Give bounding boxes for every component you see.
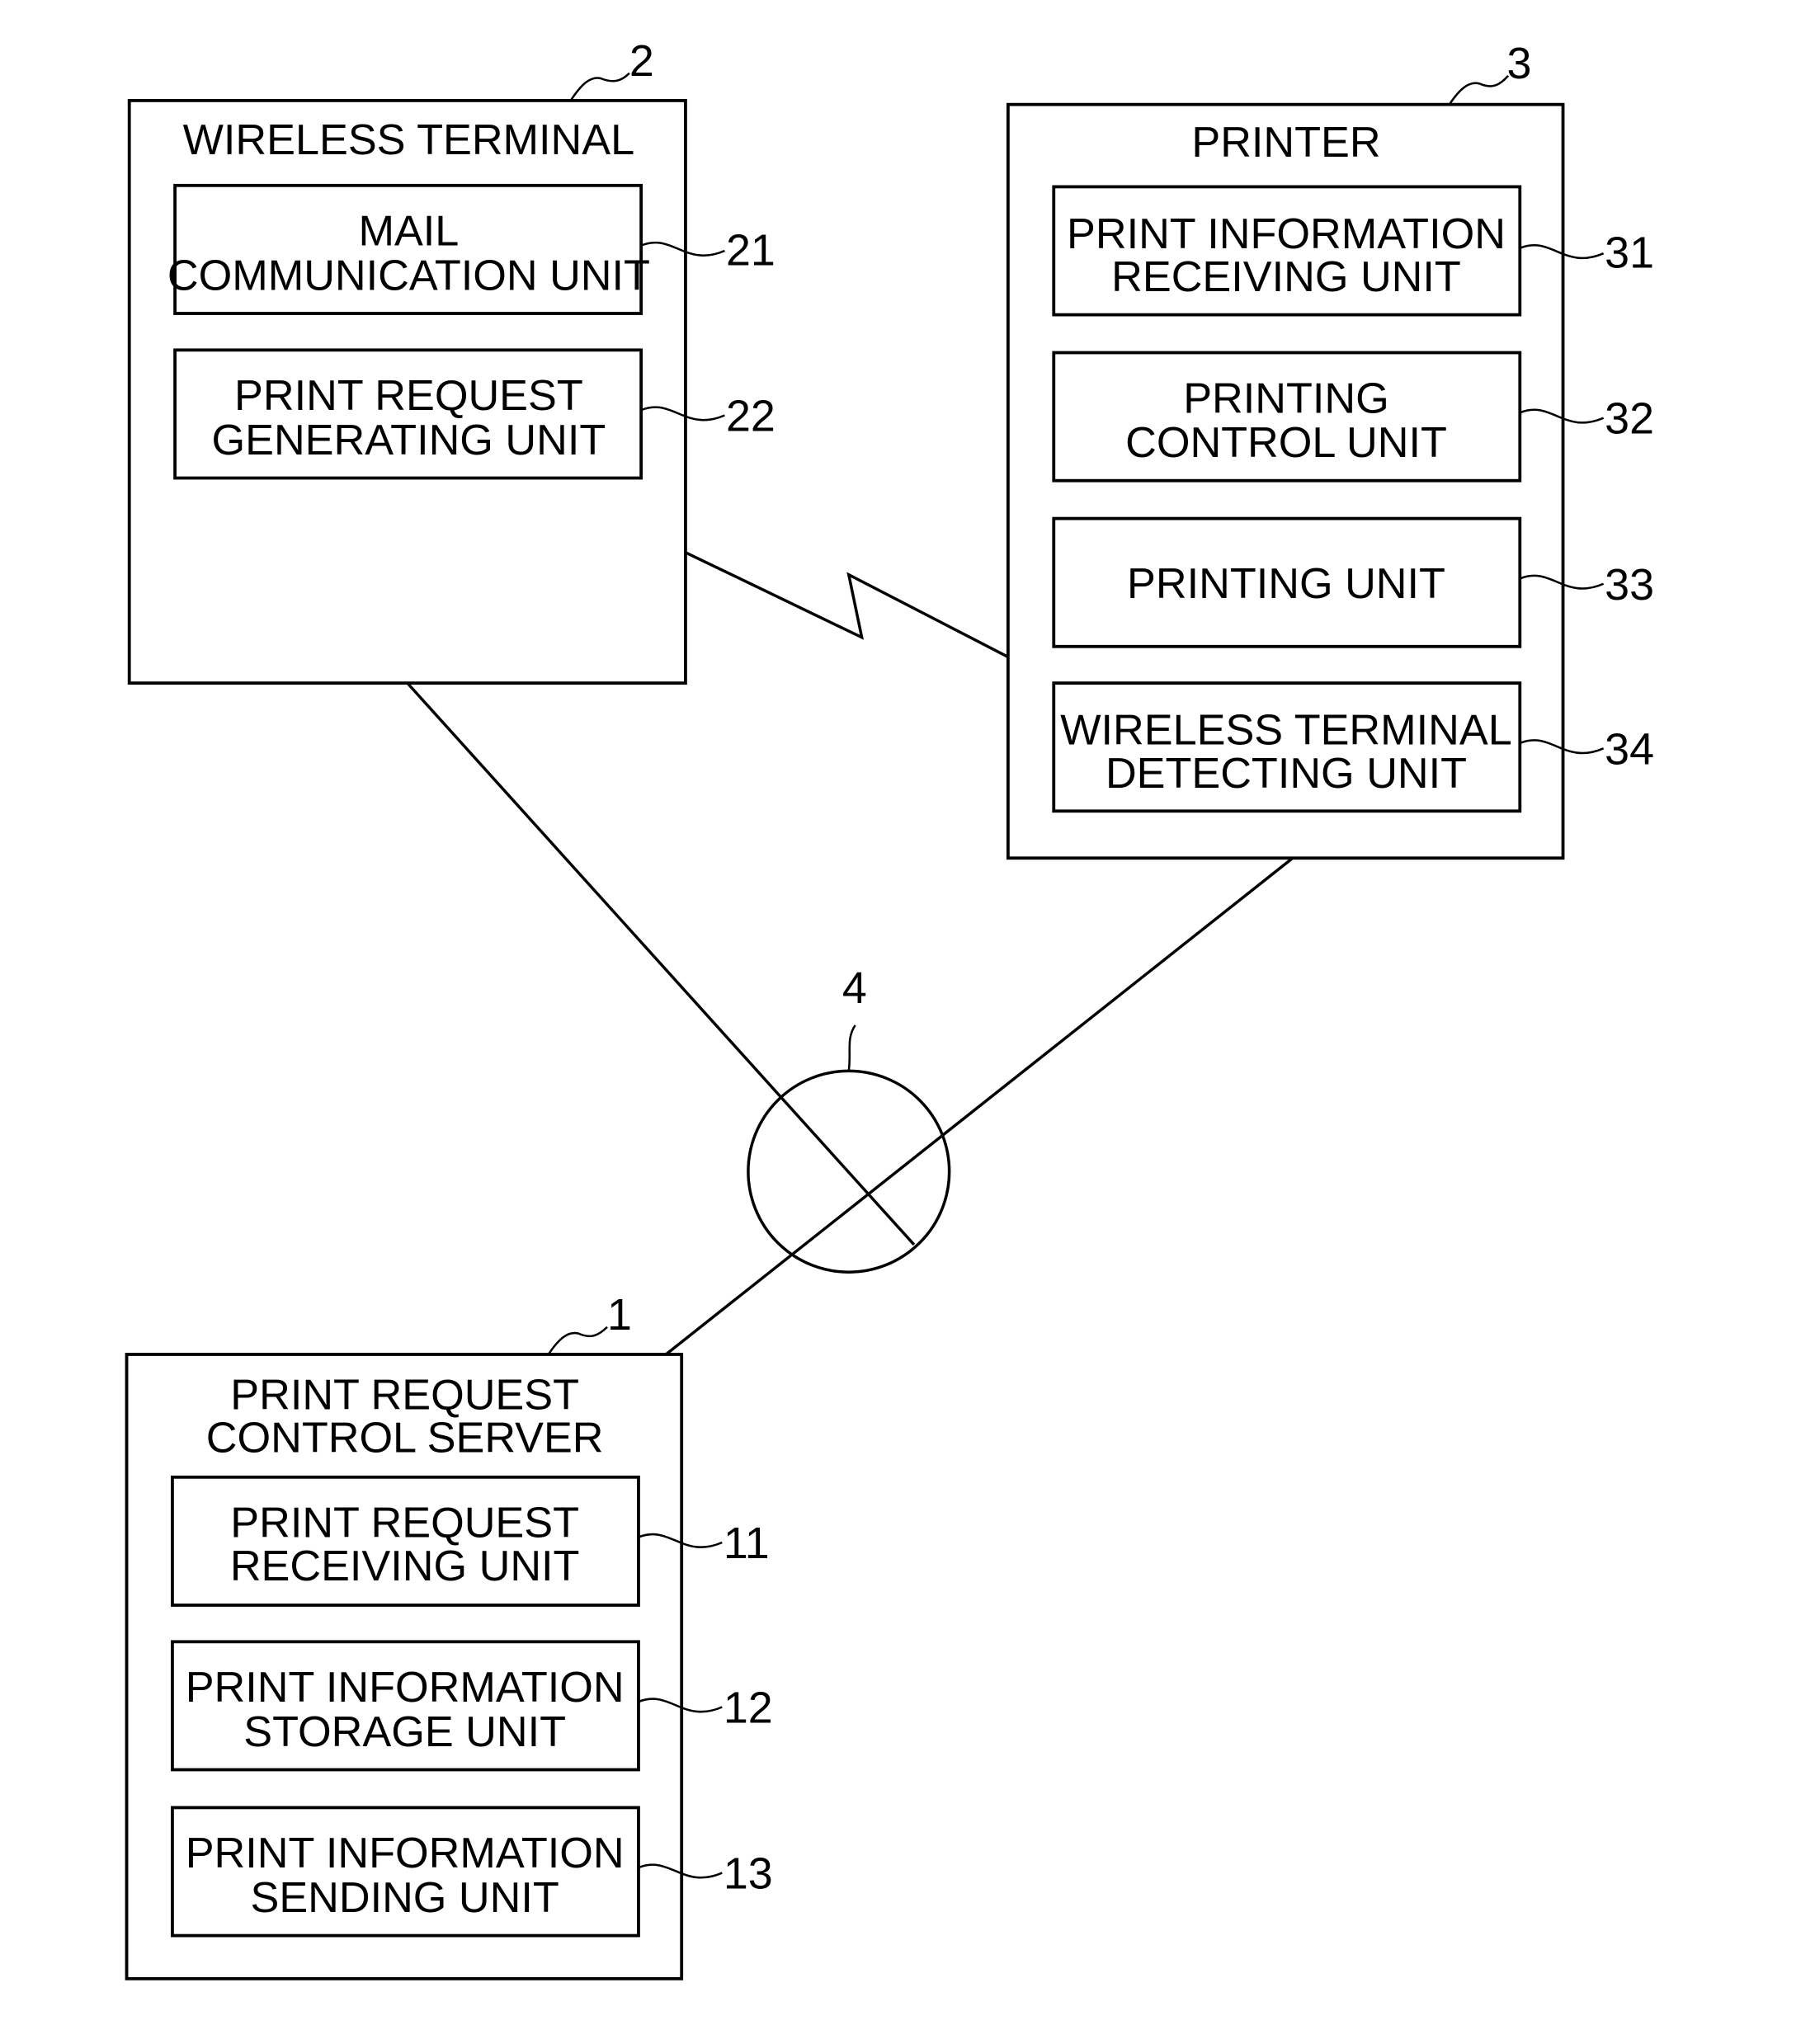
unit-ref: 31 — [1605, 228, 1654, 278]
unit-label: RECEIVING UNIT — [230, 1542, 580, 1590]
unit-ref: 11 — [724, 1519, 770, 1568]
server-ref: 1 — [607, 1290, 632, 1340]
server-title: PRINT REQUEST — [230, 1371, 579, 1419]
terminal-network-link — [406, 681, 916, 1246]
unit-label: PRINT INFORMATION — [186, 1664, 625, 1712]
unit-label: PRINT REQUEST — [230, 1500, 579, 1547]
unit-label: PRINTING UNIT — [1127, 560, 1445, 608]
unit-ref: 21 — [726, 225, 776, 275]
unit-label: MAIL — [358, 208, 459, 256]
unit-ref: 12 — [724, 1683, 773, 1732]
unit-ref: 32 — [1605, 394, 1654, 444]
unit-ref: 13 — [724, 1849, 773, 1899]
network-ref: 4 — [842, 963, 867, 1013]
printer: 3 PRINTER PRINT INFORMATION RECEIVING UN… — [1006, 39, 1654, 860]
wireless-terminal: 2 WIRELESS TERMINAL MAIL COMMUNICATION U… — [127, 36, 776, 685]
unit-ref: 33 — [1605, 560, 1654, 610]
unit-label: PRINT INFORMATION — [186, 1830, 625, 1877]
printer-network-link — [665, 856, 1294, 1356]
unit-label: WIRELESS TERMINAL — [1060, 707, 1512, 755]
printer-ref: 3 — [1506, 39, 1531, 88]
printer-title: PRINTER — [1191, 119, 1380, 167]
network-ref-lead — [847, 1024, 856, 1071]
unit-label: COMMUNICATION UNIT — [167, 252, 650, 300]
unit-label: SENDING UNIT — [250, 1874, 559, 1922]
unit-label: GENERATING UNIT — [212, 417, 606, 464]
print-request-control-server: 1 PRINT REQUEST CONTROL SERVER PRINT REQ… — [125, 1290, 773, 1980]
unit-label: PRINT INFORMATION — [1067, 210, 1506, 258]
wireless-link — [685, 551, 1009, 658]
unit-label: PRINTING — [1183, 374, 1389, 422]
unit-label: RECEIVING UNIT — [1111, 253, 1461, 301]
unit-ref: 34 — [1605, 724, 1654, 774]
unit-ref: 22 — [726, 392, 776, 441]
unit-label: CONTROL UNIT — [1125, 419, 1447, 467]
terminal-ref: 2 — [629, 36, 654, 86]
server-title: CONTROL SERVER — [206, 1415, 604, 1462]
terminal-title: WIRELESS TERMINAL — [183, 116, 635, 164]
unit-label: DETECTING UNIT — [1106, 750, 1467, 798]
system-diagram: 4 2 WIRELESS TERMINAL MAIL COMMUNICATION… — [125, 36, 1654, 1980]
unit-label: PRINT REQUEST — [234, 372, 583, 420]
unit-label: STORAGE UNIT — [243, 1708, 566, 1756]
